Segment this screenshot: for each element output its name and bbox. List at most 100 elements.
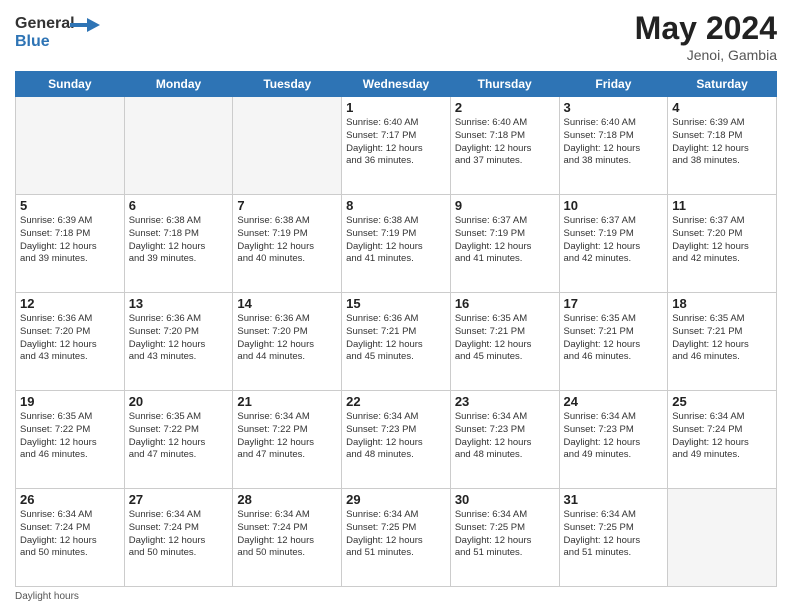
- logo-svg: General Blue: [15, 10, 105, 52]
- calendar-cell: 28 Sunrise: 6:34 AMSunset: 7:24 PMDayligh…: [233, 489, 342, 587]
- calendar-cell: 29 Sunrise: 6:34 AMSunset: 7:25 PMDayligh…: [342, 489, 451, 587]
- calendar-cell: 27 Sunrise: 6:34 AMSunset: 7:24 PMDayligh…: [124, 489, 233, 587]
- svg-text:Blue: Blue: [15, 33, 50, 50]
- main-title: May 2024: [635, 10, 777, 47]
- calendar-cell: 25 Sunrise: 6:34 AMSunset: 7:24 PMDayligh…: [668, 391, 777, 489]
- calendar-day-header: Monday: [124, 72, 233, 97]
- calendar-cell: 24Sunrise: 6:34 AMSunset: 7:23 PMDayligh…: [559, 391, 668, 489]
- day-number: 26: [20, 492, 120, 507]
- calendar-cell: 14 Sunrise: 6:36 AMSunset: 7:20 PMDayligh…: [233, 293, 342, 391]
- day-number: 1: [346, 100, 446, 115]
- calendar-cell: 9Sunrise: 6:37 AMSunset: 7:19 PMDaylight…: [450, 195, 559, 293]
- day-info: Sunrise: 6:36 AMSunset: 7:20 PMDaylight:…: [237, 313, 337, 364]
- calendar-day-header: Sunday: [16, 72, 125, 97]
- day-number: 13: [129, 296, 229, 311]
- day-info: Sunrise: 6:35 AMSunset: 7:21 PMDaylight:…: [455, 313, 555, 364]
- calendar-cell: 17 Sunrise: 6:35 AMSunset: 7:21 PMDayligh…: [559, 293, 668, 391]
- calendar-cell: 20 Sunrise: 6:35 AMSunset: 7:22 PMDayligh…: [124, 391, 233, 489]
- calendar-cell: 18 Sunrise: 6:35 AMSunset: 7:21 PMDayligh…: [668, 293, 777, 391]
- calendar-week-row: 12 Sunrise: 6:36 AMSunset: 7:20 PMDayligh…: [16, 293, 777, 391]
- day-number: 20: [129, 394, 229, 409]
- day-number: 16: [455, 296, 555, 311]
- day-info: Sunrise: 6:34 AMSunset: 7:25 PMDaylight:…: [564, 509, 664, 560]
- day-info: Sunrise: 6:39 AMSunset: 7:18 PMDaylight:…: [672, 117, 772, 168]
- calendar-cell: 8 Sunrise: 6:38 AMSunset: 7:19 PMDaylight…: [342, 195, 451, 293]
- calendar-cell: [16, 97, 125, 195]
- day-number: 29: [346, 492, 446, 507]
- day-info: Sunrise: 6:34 AMSunset: 7:24 PMDaylight:…: [129, 509, 229, 560]
- day-number: 18: [672, 296, 772, 311]
- day-info: Sunrise: 6:36 AMSunset: 7:20 PMDaylight:…: [20, 313, 120, 364]
- calendar-day-header: Tuesday: [233, 72, 342, 97]
- day-info: Sunrise: 6:35 AMSunset: 7:21 PMDaylight:…: [564, 313, 664, 364]
- calendar-cell: 22Sunrise: 6:34 AMSunset: 7:23 PMDayligh…: [342, 391, 451, 489]
- calendar-cell: [668, 489, 777, 587]
- calendar-cell: 30 Sunrise: 6:34 AMSunset: 7:25 PMDayligh…: [450, 489, 559, 587]
- day-info: Sunrise: 6:34 AMSunset: 7:25 PMDaylight:…: [455, 509, 555, 560]
- day-info: Sunrise: 6:40 AMSunset: 7:17 PMDaylight:…: [346, 117, 446, 168]
- calendar-cell: [124, 97, 233, 195]
- day-number: 14: [237, 296, 337, 311]
- day-info: Sunrise: 6:34 AMSunset: 7:24 PMDaylight:…: [20, 509, 120, 560]
- day-number: 2: [455, 100, 555, 115]
- calendar-day-header: Saturday: [668, 72, 777, 97]
- day-info: Sunrise: 6:35 AMSunset: 7:21 PMDaylight:…: [672, 313, 772, 364]
- calendar-cell: 23Sunrise: 6:34 AMSunset: 7:23 PMDayligh…: [450, 391, 559, 489]
- page: General Blue May 2024 Jenoi, Gambia Sund…: [0, 0, 792, 612]
- day-number: 5: [20, 198, 120, 213]
- calendar-week-row: 26 Sunrise: 6:34 AMSunset: 7:24 PMDayligh…: [16, 489, 777, 587]
- day-number: 19: [20, 394, 120, 409]
- day-number: 3: [564, 100, 664, 115]
- day-info: Sunrise: 6:39 AMSunset: 7:18 PMDaylight:…: [20, 215, 120, 266]
- day-info: Sunrise: 6:35 AMSunset: 7:22 PMDaylight:…: [129, 411, 229, 462]
- calendar-cell: 1 Sunrise: 6:40 AMSunset: 7:17 PMDaylight…: [342, 97, 451, 195]
- day-info: Sunrise: 6:34 AMSunset: 7:23 PMDaylight:…: [455, 411, 555, 462]
- day-number: 31: [564, 492, 664, 507]
- day-number: 30: [455, 492, 555, 507]
- day-number: 12: [20, 296, 120, 311]
- calendar-cell: 31 Sunrise: 6:34 AMSunset: 7:25 PMDayligh…: [559, 489, 668, 587]
- day-info: Sunrise: 6:34 AMSunset: 7:24 PMDaylight:…: [672, 411, 772, 462]
- day-info: Sunrise: 6:40 AMSunset: 7:18 PMDaylight:…: [455, 117, 555, 168]
- calendar-cell: 6Sunrise: 6:38 AMSunset: 7:18 PMDaylight…: [124, 195, 233, 293]
- calendar-day-header: Thursday: [450, 72, 559, 97]
- day-number: 8: [346, 198, 446, 213]
- day-number: 25: [672, 394, 772, 409]
- day-number: 4: [672, 100, 772, 115]
- calendar-cell: 21Sunrise: 6:34 AMSunset: 7:22 PMDayligh…: [233, 391, 342, 489]
- header: General Blue May 2024 Jenoi, Gambia: [15, 10, 777, 63]
- day-info: Sunrise: 6:38 AMSunset: 7:19 PMDaylight:…: [346, 215, 446, 266]
- calendar-header-row: SundayMondayTuesdayWednesdayThursdayFrid…: [16, 72, 777, 97]
- day-number: 9: [455, 198, 555, 213]
- day-number: 27: [129, 492, 229, 507]
- calendar-cell: 4 Sunrise: 6:39 AMSunset: 7:18 PMDaylight…: [668, 97, 777, 195]
- day-number: 6: [129, 198, 229, 213]
- calendar-cell: 13 Sunrise: 6:36 AMSunset: 7:20 PMDayligh…: [124, 293, 233, 391]
- calendar-cell: [233, 97, 342, 195]
- calendar-week-row: 19 Sunrise: 6:35 AMSunset: 7:22 PMDayligh…: [16, 391, 777, 489]
- calendar-day-header: Wednesday: [342, 72, 451, 97]
- day-info: Sunrise: 6:38 AMSunset: 7:19 PMDaylight:…: [237, 215, 337, 266]
- calendar-cell: 11Sunrise: 6:37 AMSunset: 7:20 PMDayligh…: [668, 195, 777, 293]
- footer: Daylight hours: [15, 591, 777, 602]
- day-number: 22: [346, 394, 446, 409]
- day-info: Sunrise: 6:34 AMSunset: 7:25 PMDaylight:…: [346, 509, 446, 560]
- day-info: Sunrise: 6:34 AMSunset: 7:24 PMDaylight:…: [237, 509, 337, 560]
- day-info: Sunrise: 6:36 AMSunset: 7:21 PMDaylight:…: [346, 313, 446, 364]
- calendar-cell: 19 Sunrise: 6:35 AMSunset: 7:22 PMDayligh…: [16, 391, 125, 489]
- day-info: Sunrise: 6:34 AMSunset: 7:23 PMDaylight:…: [564, 411, 664, 462]
- day-number: 28: [237, 492, 337, 507]
- day-number: 10: [564, 198, 664, 213]
- calendar-table: SundayMondayTuesdayWednesdayThursdayFrid…: [15, 71, 777, 587]
- day-info: Sunrise: 6:36 AMSunset: 7:20 PMDaylight:…: [129, 313, 229, 364]
- calendar-cell: 5 Sunrise: 6:39 AMSunset: 7:18 PMDaylight…: [16, 195, 125, 293]
- day-info: Sunrise: 6:37 AMSunset: 7:19 PMDaylight:…: [564, 215, 664, 266]
- day-info: Sunrise: 6:40 AMSunset: 7:18 PMDaylight:…: [564, 117, 664, 168]
- day-info: Sunrise: 6:35 AMSunset: 7:22 PMDaylight:…: [20, 411, 120, 462]
- calendar-cell: 3 Sunrise: 6:40 AMSunset: 7:18 PMDaylight…: [559, 97, 668, 195]
- calendar-cell: 26 Sunrise: 6:34 AMSunset: 7:24 PMDayligh…: [16, 489, 125, 587]
- day-number: 11: [672, 198, 772, 213]
- calendar-week-row: 1 Sunrise: 6:40 AMSunset: 7:17 PMDaylight…: [16, 97, 777, 195]
- day-number: 17: [564, 296, 664, 311]
- calendar-cell: 10 Sunrise: 6:37 AMSunset: 7:19 PMDayligh…: [559, 195, 668, 293]
